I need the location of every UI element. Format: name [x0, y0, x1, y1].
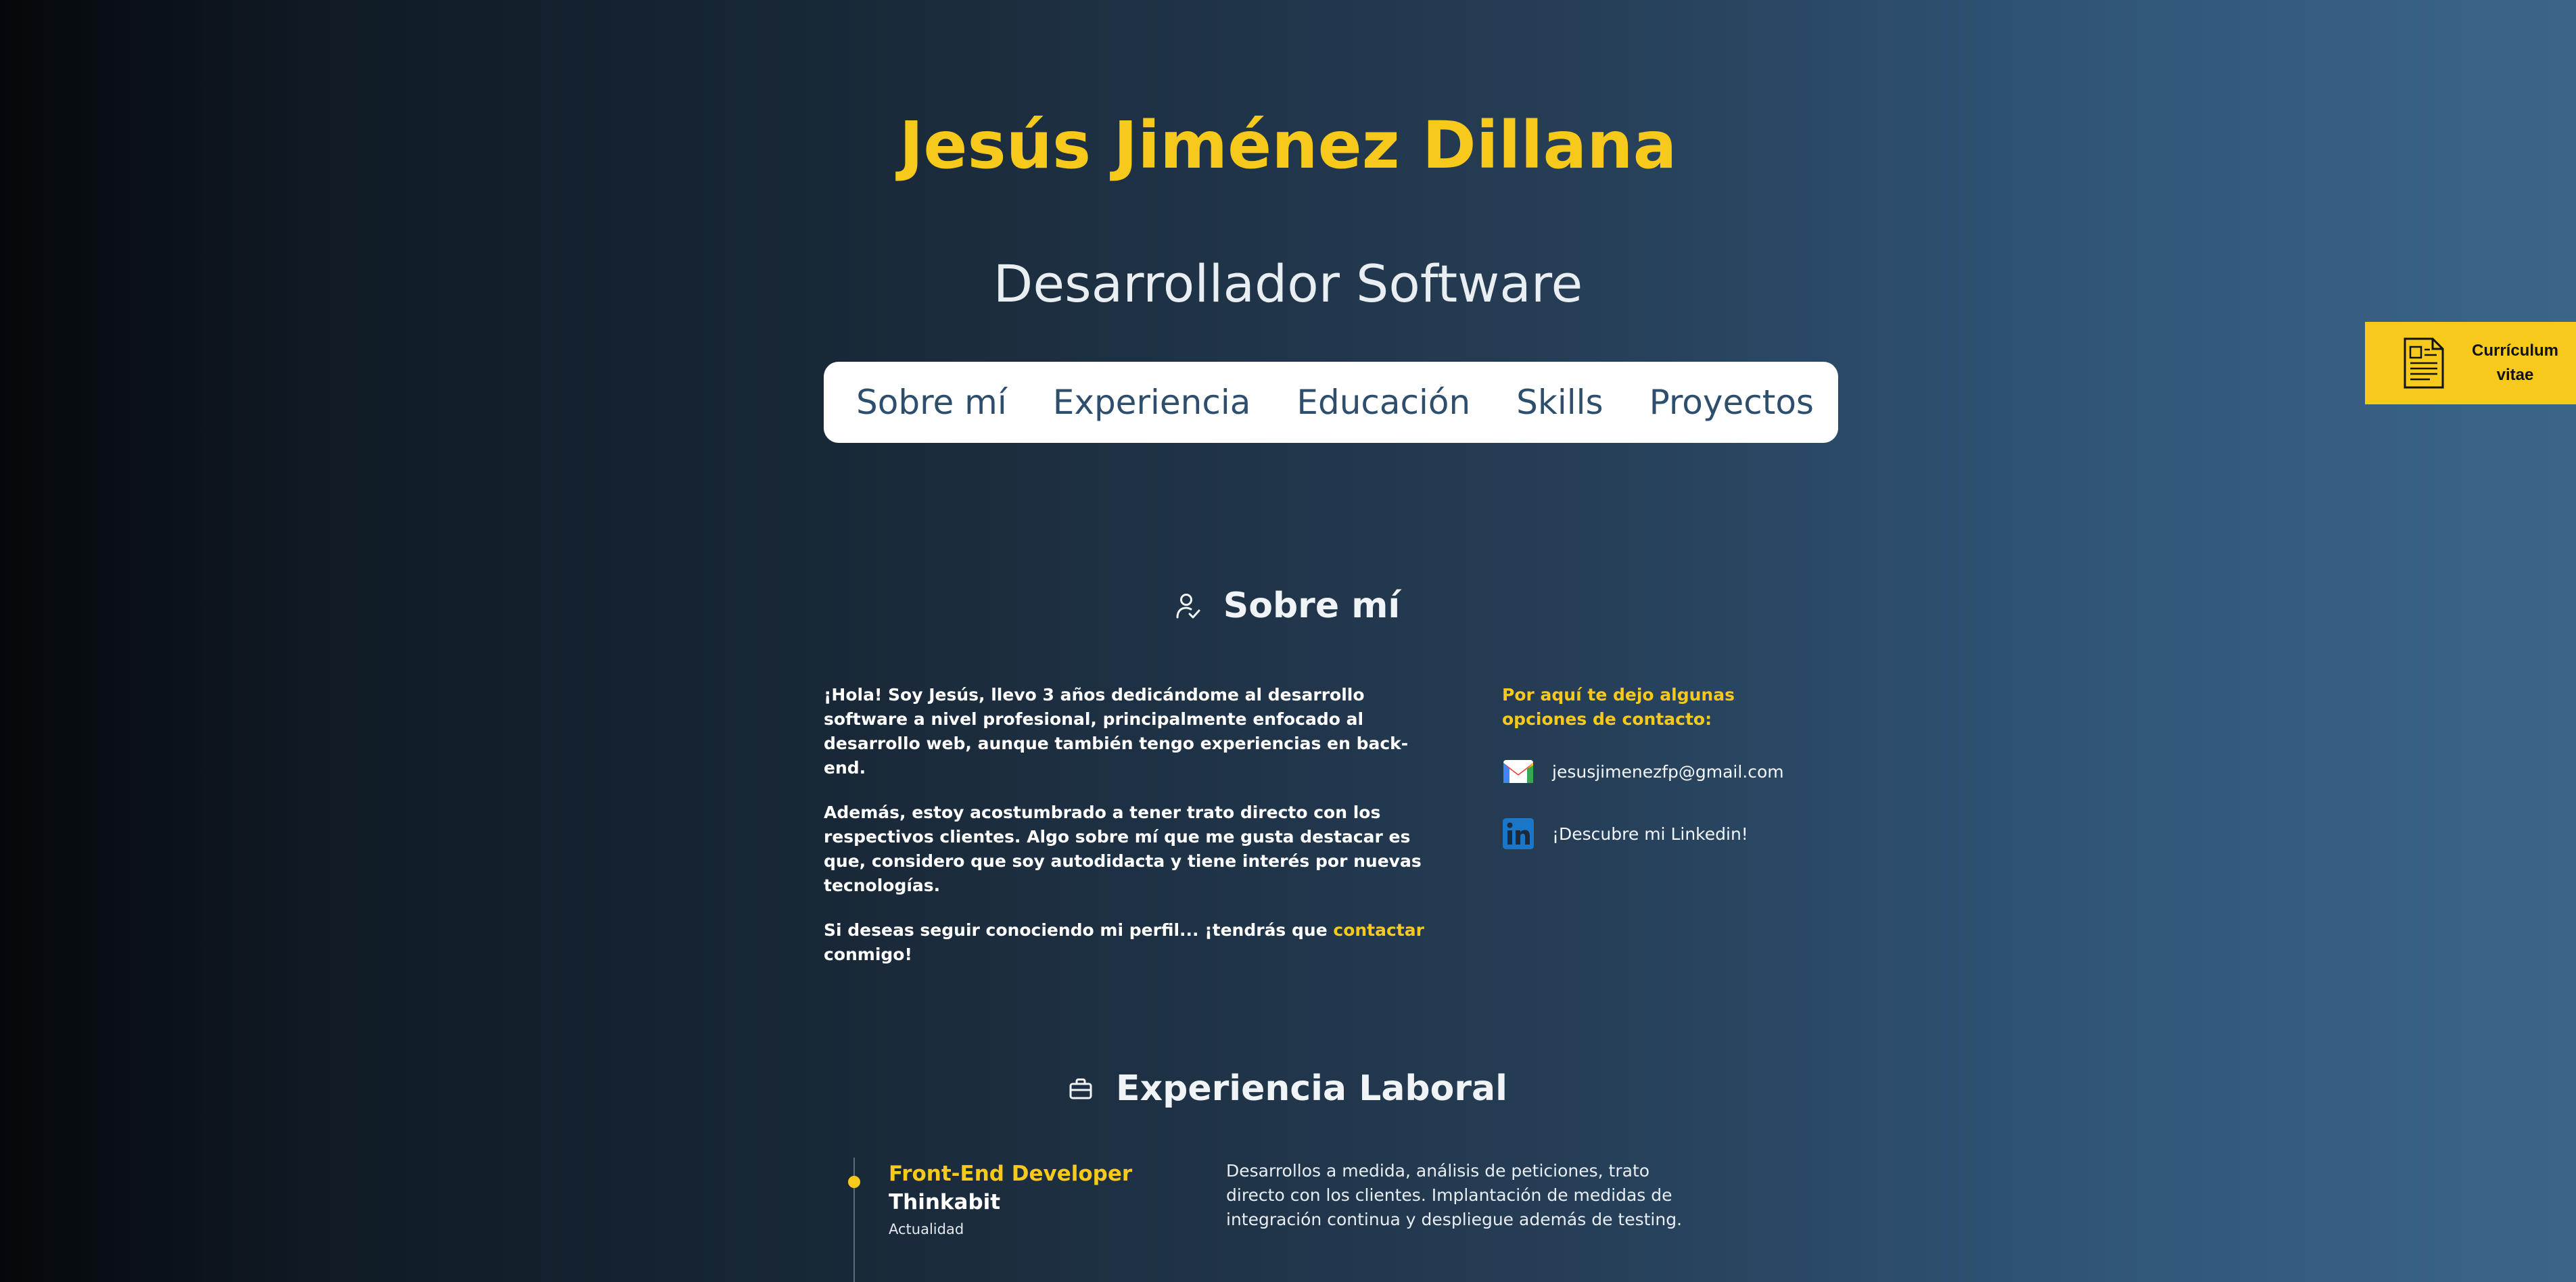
cv-button[interactable]: Currículum vitae — [2365, 322, 2576, 404]
about-paragraph-3: Si deseas seguir conociendo mi perfil...… — [824, 918, 1446, 967]
nav-item-sobre-mi[interactable]: Sobre mí — [856, 383, 1007, 422]
nav-item-skills[interactable]: Skills — [1516, 383, 1603, 422]
page-subtitle: Desarrollador Software — [993, 254, 1583, 314]
document-icon — [2404, 337, 2444, 389]
user-check-icon — [1176, 594, 1200, 619]
main-nav: Sobre mí Experiencia Educación Skills Pr… — [824, 362, 1838, 443]
gmail-icon — [1503, 760, 1533, 783]
job-description: Desarrollos a medida, análisis de petici… — [1226, 1161, 1683, 1229]
linkedin-link[interactable]: ¡Descubre mi Linkedin! — [1502, 818, 1786, 849]
email-text: jesusjimenezfp@gmail.com — [1552, 761, 1784, 782]
about-paragraph-2: Además, estoy acostumbrado a tener trato… — [824, 803, 1422, 895]
experience-heading-text: Experiencia Laboral — [1116, 1068, 1507, 1109]
contact-link[interactable]: contactar — [1333, 920, 1424, 940]
nav-item-proyectos[interactable]: Proyectos — [1649, 383, 1814, 422]
about-heading-text: Sobre mí — [1223, 586, 1401, 626]
page-title: Jesús Jiménez Dillana — [899, 108, 1677, 183]
job-entry: Front-End Developer Thinkabit Actualidad — [889, 1160, 1173, 1239]
job-company: Thinkabit — [889, 1190, 1001, 1214]
email-link[interactable]: jesusjimenezfp@gmail.com — [1502, 756, 1786, 787]
about-paragraph-3-suffix: conmigo! — [824, 945, 912, 964]
contact-panel: Por aquí te dejo algunas opciones de con… — [1502, 683, 1786, 849]
about-paragraph-1: ¡Hola! Soy Jesús, llevo 3 años dedicándo… — [824, 685, 1409, 778]
contact-intro: Por aquí te dejo algunas opciones de con… — [1502, 685, 1735, 729]
job-role: Front-End Developer — [889, 1162, 1133, 1186]
job-date: Actualidad — [889, 1221, 964, 1237]
linkedin-text: ¡Descubre mi Linkedin! — [1552, 824, 1748, 844]
timeline-dot — [848, 1176, 860, 1188]
nav-item-educacion[interactable]: Educación — [1296, 383, 1470, 422]
cv-button-label: Currículum vitae — [2471, 341, 2558, 384]
briefcase-icon — [1069, 1078, 1092, 1099]
about-heading: Sobre mí — [0, 586, 2576, 626]
about-text: ¡Hola! Soy Jesús, llevo 3 años dedicándo… — [824, 683, 1446, 987]
nav-item-experiencia[interactable]: Experiencia — [1053, 383, 1251, 422]
experience-heading: Experiencia Laboral — [0, 1068, 2576, 1109]
linkedin-icon — [1503, 818, 1534, 849]
about-paragraph-3-prefix: Si deseas seguir conociendo mi perfil...… — [824, 920, 1334, 940]
